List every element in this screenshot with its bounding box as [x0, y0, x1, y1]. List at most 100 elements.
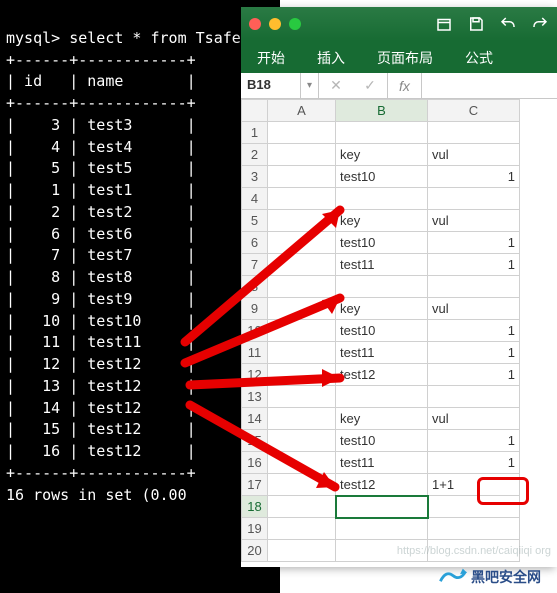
- cell-A11[interactable]: [268, 342, 336, 364]
- cell-B2[interactable]: key: [336, 144, 428, 166]
- tab-layout[interactable]: 页面布局: [361, 41, 449, 73]
- cell-C6[interactable]: 1: [428, 232, 520, 254]
- name-box[interactable]: B18: [241, 73, 301, 98]
- undo-icon[interactable]: [499, 15, 517, 33]
- cell-C12[interactable]: 1: [428, 364, 520, 386]
- col-header-A[interactable]: A: [268, 100, 336, 122]
- close-icon[interactable]: [249, 18, 261, 30]
- cell-C5[interactable]: vul: [428, 210, 520, 232]
- row-header-11[interactable]: 11: [242, 342, 268, 364]
- cell-C14[interactable]: vul: [428, 408, 520, 430]
- cell-B18[interactable]: [336, 496, 428, 518]
- row-header-1[interactable]: 1: [242, 122, 268, 144]
- cell-A12[interactable]: [268, 364, 336, 386]
- row-header-19[interactable]: 19: [242, 518, 268, 540]
- home-icon[interactable]: [435, 15, 453, 33]
- cell-B10[interactable]: test10: [336, 320, 428, 342]
- row-header-3[interactable]: 3: [242, 166, 268, 188]
- namebox-dropdown-icon[interactable]: ▾: [301, 73, 319, 98]
- cell-B1[interactable]: [336, 122, 428, 144]
- cell-A6[interactable]: [268, 232, 336, 254]
- cell-C4[interactable]: [428, 188, 520, 210]
- cell-B7[interactable]: test11: [336, 254, 428, 276]
- col-header-C[interactable]: C: [428, 100, 520, 122]
- cell-B15[interactable]: test10: [336, 430, 428, 452]
- row-header-20[interactable]: 20: [242, 540, 268, 562]
- row-header-12[interactable]: 12: [242, 364, 268, 386]
- tab-insert[interactable]: 插入: [301, 41, 361, 73]
- cell-C17[interactable]: 1+1: [428, 474, 520, 496]
- cell-A2[interactable]: [268, 144, 336, 166]
- cell-A13[interactable]: [268, 386, 336, 408]
- row-header-18[interactable]: 18: [242, 496, 268, 518]
- row-header-16[interactable]: 16: [242, 452, 268, 474]
- row-header-4[interactable]: 4: [242, 188, 268, 210]
- cell-B6[interactable]: test10: [336, 232, 428, 254]
- col-header-B[interactable]: B: [336, 100, 428, 122]
- row-header-10[interactable]: 10: [242, 320, 268, 342]
- cell-B9[interactable]: key: [336, 298, 428, 320]
- row-header-13[interactable]: 13: [242, 386, 268, 408]
- cell-C16[interactable]: 1: [428, 452, 520, 474]
- row-header-7[interactable]: 7: [242, 254, 268, 276]
- cell-A8[interactable]: [268, 276, 336, 298]
- cell-A16[interactable]: [268, 452, 336, 474]
- cell-C9[interactable]: vul: [428, 298, 520, 320]
- cell-B4[interactable]: [336, 188, 428, 210]
- row-header-8[interactable]: 8: [242, 276, 268, 298]
- cell-A18[interactable]: [268, 496, 336, 518]
- cell-C13[interactable]: [428, 386, 520, 408]
- cell-B11[interactable]: test11: [336, 342, 428, 364]
- cell-A5[interactable]: [268, 210, 336, 232]
- cell-B17[interactable]: test12: [336, 474, 428, 496]
- cell-A20[interactable]: [268, 540, 336, 562]
- row-header-17[interactable]: 17: [242, 474, 268, 496]
- row-header-9[interactable]: 9: [242, 298, 268, 320]
- cell-A3[interactable]: [268, 166, 336, 188]
- minimize-icon[interactable]: [269, 18, 281, 30]
- formula-bar[interactable]: [421, 73, 557, 98]
- cell-C3[interactable]: 1: [428, 166, 520, 188]
- cell-A19[interactable]: [268, 518, 336, 540]
- fx-icon[interactable]: fx: [387, 73, 421, 98]
- cell-C19[interactable]: [428, 518, 520, 540]
- cell-A17[interactable]: [268, 474, 336, 496]
- cell-C15[interactable]: 1: [428, 430, 520, 452]
- select-all-corner[interactable]: [242, 100, 268, 122]
- cell-C2[interactable]: vul: [428, 144, 520, 166]
- cell-B8[interactable]: [336, 276, 428, 298]
- cell-C10[interactable]: 1: [428, 320, 520, 342]
- cell-A15[interactable]: [268, 430, 336, 452]
- cell-B5[interactable]: key: [336, 210, 428, 232]
- cell-A1[interactable]: [268, 122, 336, 144]
- tab-home[interactable]: 开始: [241, 41, 301, 73]
- cell-B12[interactable]: test12: [336, 364, 428, 386]
- row-header-6[interactable]: 6: [242, 232, 268, 254]
- cell-A14[interactable]: [268, 408, 336, 430]
- cell-B19[interactable]: [336, 518, 428, 540]
- cell-B16[interactable]: test11: [336, 452, 428, 474]
- row-header-2[interactable]: 2: [242, 144, 268, 166]
- cell-B13[interactable]: [336, 386, 428, 408]
- maximize-icon[interactable]: [289, 18, 301, 30]
- row-header-14[interactable]: 14: [242, 408, 268, 430]
- cell-C18[interactable]: [428, 496, 520, 518]
- redo-icon[interactable]: [531, 15, 549, 33]
- cell-A7[interactable]: [268, 254, 336, 276]
- row-header-5[interactable]: 5: [242, 210, 268, 232]
- tab-formula[interactable]: 公式: [449, 41, 509, 73]
- cancel-icon[interactable]: ✕: [319, 73, 353, 98]
- cell-C8[interactable]: [428, 276, 520, 298]
- row-header-15[interactable]: 15: [242, 430, 268, 452]
- cell-A4[interactable]: [268, 188, 336, 210]
- cell-C7[interactable]: 1: [428, 254, 520, 276]
- cell-A9[interactable]: [268, 298, 336, 320]
- spreadsheet-grid[interactable]: ABC12keyvul3test10145keyvul6test1017test…: [241, 99, 557, 562]
- cell-C1[interactable]: [428, 122, 520, 144]
- cell-A10[interactable]: [268, 320, 336, 342]
- cell-B3[interactable]: test10: [336, 166, 428, 188]
- cell-B14[interactable]: key: [336, 408, 428, 430]
- cell-C11[interactable]: 1: [428, 342, 520, 364]
- confirm-icon[interactable]: ✓: [353, 73, 387, 98]
- save-icon[interactable]: [467, 15, 485, 33]
